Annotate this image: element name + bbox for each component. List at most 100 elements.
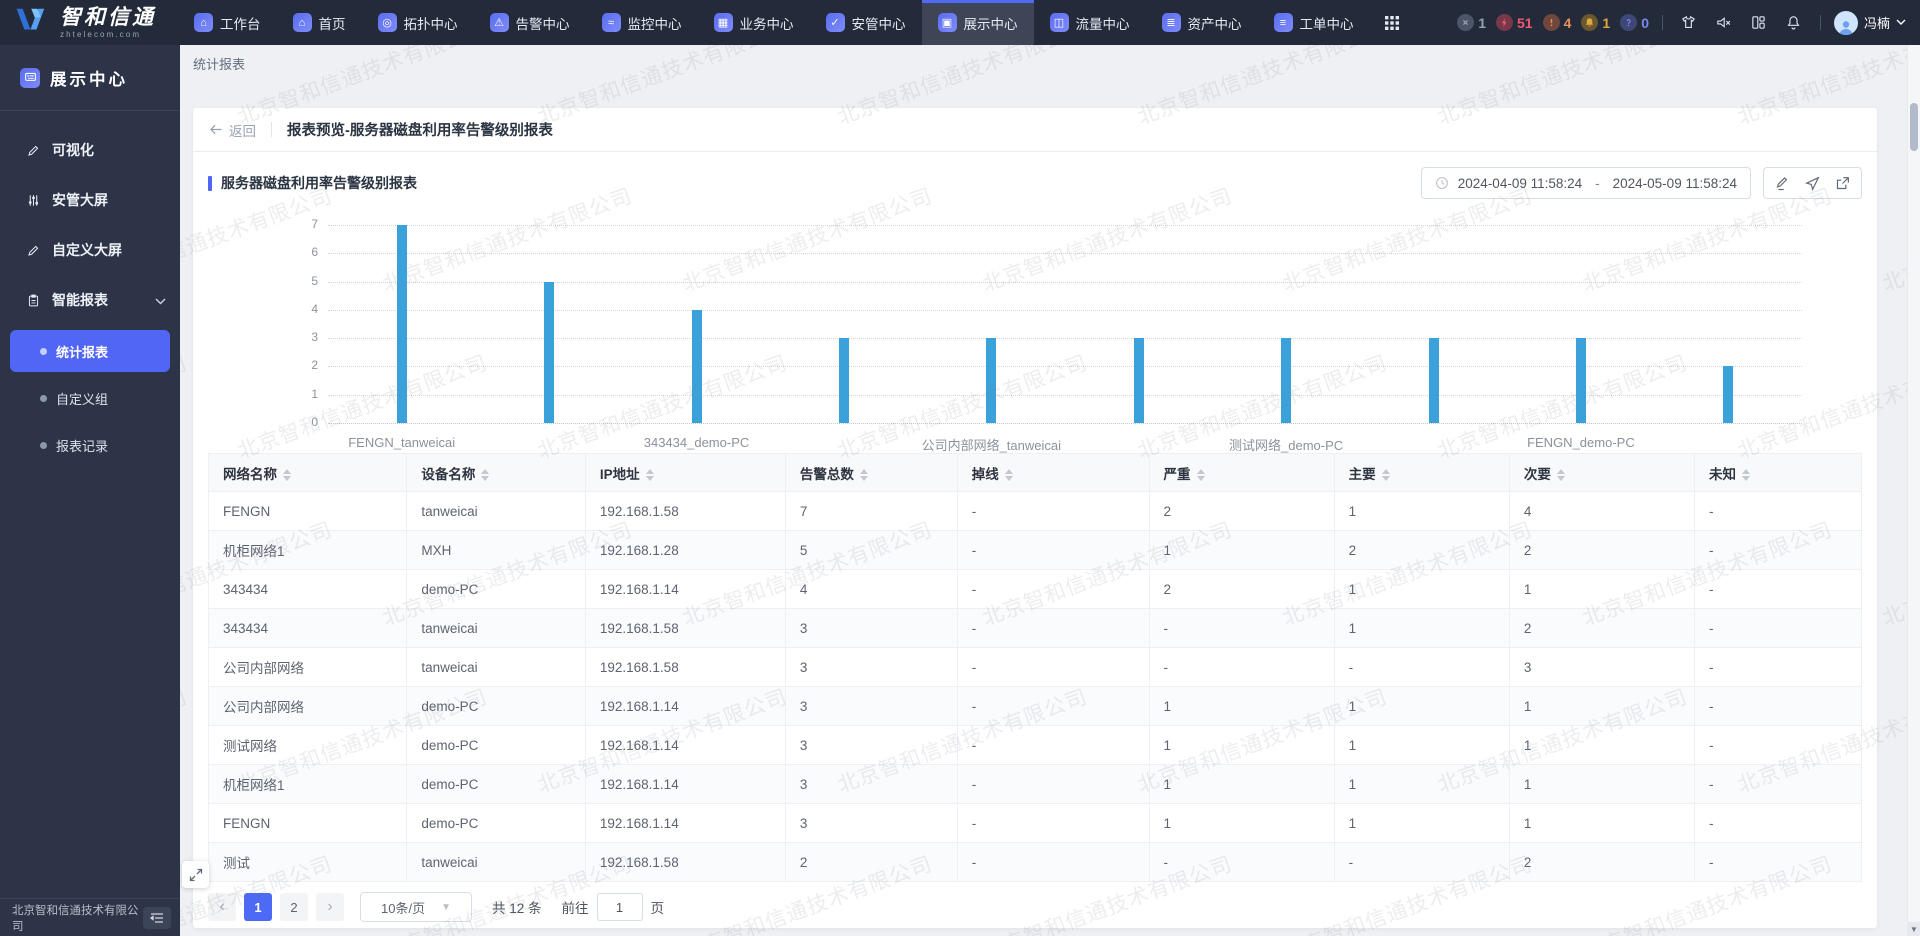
brand-logo[interactable]: 智和信通 zhtelecom.com — [0, 4, 178, 41]
sidebar-item[interactable]: 自定义大屏 — [0, 225, 180, 275]
table-column-header[interactable]: 未知 — [1693, 453, 1863, 492]
table-row[interactable]: 公司内部网络 tanweicai 192.168.1.58 3- - -3- — [207, 647, 1863, 687]
chart-bar[interactable] — [544, 281, 555, 423]
app-root: 智和信通 zhtelecom.com ⌂ 工作台 ⌂ 首页 ◎ 拓扑中心 ⚠ 告警中心 ≈ 监控中… — [0, 0, 1920, 936]
sidebar-collapse-icon[interactable] — [142, 906, 171, 929]
chart-bar[interactable] — [691, 309, 702, 423]
scrollbar-down-arrow[interactable]: ▼ — [1908, 922, 1920, 936]
table-row[interactable]: 343434 tanweicai 192.168.1.58 3- -1 2- — [207, 608, 1863, 648]
table-column-header[interactable]: 设备名称 — [406, 453, 586, 492]
chart-bar[interactable] — [1281, 338, 1292, 423]
page-size-select[interactable]: 10条/页 ▼ — [360, 892, 472, 922]
fullscreen-icon[interactable] — [182, 861, 209, 888]
alarm-badge-unknown[interactable]: 0 — [1620, 14, 1649, 31]
sort-caret-icon[interactable] — [283, 468, 291, 481]
prev-page-button[interactable]: ‹ — [208, 893, 236, 921]
top-nav-item[interactable]: ⌂ 工作台 — [178, 0, 277, 45]
divider — [1661, 15, 1663, 30]
chart-bar[interactable] — [1575, 338, 1586, 423]
sort-caret-icon[interactable] — [1004, 468, 1013, 481]
top-nav-item[interactable]: ≈ 监控中心 — [586, 0, 698, 45]
sort-caret-icon[interactable] — [1381, 468, 1390, 481]
layout-panels-icon[interactable] — [1746, 10, 1772, 36]
apps-grid-icon[interactable] — [1370, 15, 1414, 31]
sidebar-subitem[interactable]: 统计报表 — [10, 330, 170, 372]
next-page-button[interactable]: › — [316, 893, 344, 921]
table-row[interactable]: 机柜网络1 MXH 192.168.1.28 5-1 2 2- — [207, 530, 1863, 570]
sort-caret-icon[interactable] — [859, 468, 868, 481]
sort-caret-icon[interactable] — [481, 468, 490, 481]
chart-gridline — [328, 225, 1802, 226]
chart-bar[interactable] — [1133, 338, 1144, 423]
sort-caret-icon[interactable] — [1741, 468, 1750, 481]
page-number-button[interactable]: 1 — [244, 893, 272, 921]
main-content: 统计报表 返回 报表预览-服务器磁盘利用率告警级别报表 服务器磁盘利用率告警级别… — [180, 45, 1920, 936]
table-column-header[interactable]: 严重 — [1148, 453, 1335, 492]
export-button[interactable] — [1835, 176, 1850, 191]
alarm-badge-closed[interactable]: 1 — [1457, 14, 1486, 31]
chart-bar[interactable] — [838, 338, 849, 423]
chart-bar[interactable] — [1428, 338, 1439, 423]
table-row[interactable]: 公司内部网络 demo-PC 192.168.1.14 3-1 1 1- — [207, 686, 1863, 726]
edit-button[interactable] — [1775, 176, 1790, 191]
topbar-right: 1 51 4 1 0 冯楠 — [1457, 10, 1920, 36]
top-nav-item[interactable]: ≣ 资产中心 — [1146, 0, 1258, 45]
table-row[interactable]: FENGN demo-PC 192.168.1.14 3-1 1 1- — [207, 803, 1863, 843]
sidebar-subitem[interactable]: 自定义组 — [10, 377, 170, 419]
top-nav-item[interactable]: ▦ 业务中心 — [698, 0, 810, 45]
table-column-header[interactable]: 告警总数 — [784, 453, 958, 492]
notification-bell-icon[interactable] — [1781, 10, 1807, 36]
table-cell: 192.168.1.58 — [584, 491, 786, 531]
accent-bar — [208, 175, 212, 191]
page-number-button[interactable]: 2 — [280, 893, 308, 921]
table-column-header[interactable]: 主要 — [1333, 453, 1510, 492]
sidebar-subitem[interactable]: 报表记录 — [10, 424, 170, 466]
badge-count: 4 — [1563, 14, 1572, 31]
sidebar-item[interactable]: 智能报表 — [0, 275, 180, 325]
column-label: 设备名称 — [421, 466, 476, 482]
sort-caret-icon[interactable] — [1196, 468, 1205, 481]
sidebar-item[interactable]: 安管大屏 — [0, 175, 180, 225]
logo-mark-icon — [14, 4, 52, 41]
table-column-header[interactable]: 掉线 — [956, 453, 1150, 492]
mute-speaker-icon[interactable] — [1711, 10, 1737, 36]
sidebar-item[interactable]: 可视化 — [0, 125, 180, 175]
top-nav-item[interactable]: ≡ 工单中心 — [1258, 0, 1370, 45]
top-nav-label: 流量中心 — [1075, 16, 1130, 32]
scrollbar-thumb[interactable] — [1910, 103, 1918, 151]
date-range-picker[interactable]: 2024-04-09 11:58:24 - 2024-05-09 11:58:2… — [1420, 167, 1751, 199]
table-cell: 192.168.1.14 — [584, 764, 786, 804]
goto-page-input[interactable] — [596, 893, 643, 921]
alarm-badge-major[interactable]: 4 — [1542, 14, 1572, 31]
top-nav-item[interactable]: ◎ 拓扑中心 — [362, 0, 474, 45]
alarm-badge-critical[interactable]: 51 — [1496, 14, 1533, 31]
sort-caret-icon[interactable] — [645, 468, 654, 481]
top-nav-item[interactable]: ⚠ 告警中心 — [474, 0, 586, 45]
table-row[interactable]: 测试 tanweicai 192.168.1.58 2- - -2- — [207, 842, 1863, 882]
user-menu[interactable]: 冯楠 — [1833, 10, 1906, 35]
send-button[interactable] — [1805, 175, 1820, 191]
table-row[interactable]: 机柜网络1 demo-PC 192.168.1.14 3-1 1 1- — [207, 764, 1863, 804]
chart-bar[interactable] — [396, 225, 407, 423]
sort-caret-icon[interactable] — [1556, 468, 1565, 481]
sidebar-item-label: 可视化 — [52, 142, 94, 158]
table-column-header[interactable]: 次要 — [1508, 453, 1695, 492]
top-nav-item[interactable]: ✓ 安管中心 — [810, 0, 922, 45]
top-nav-item[interactable]: ⌂ 首页 — [277, 0, 362, 45]
chart-bar[interactable] — [1723, 366, 1734, 423]
table-column-header[interactable]: 网络名称 — [207, 453, 408, 492]
vertical-scrollbar[interactable]: ▼ — [1907, 45, 1920, 936]
column-label: IP地址 — [599, 466, 640, 482]
top-nav-label: 告警中心 — [515, 16, 570, 32]
table-row[interactable]: 343434 demo-PC 192.168.1.14 4-2 1 1- — [207, 569, 1863, 609]
table-row[interactable]: FENGN tanweicai 192.168.1.58 7-2 1 4- — [207, 491, 1863, 531]
top-nav-item[interactable]: ▣ 展示中心 — [921, 0, 1034, 45]
back-button[interactable]: 返回 — [208, 120, 256, 140]
alarm-badge-minor[interactable]: 1 — [1581, 14, 1610, 31]
theme-skin-icon[interactable] — [1676, 10, 1702, 36]
table-column-header[interactable]: IP地址 — [584, 453, 786, 492]
report-table-wrap: 网络名称 设备名称 IP地址 告警总数 掉线 严重 主要 次要 未知 FENGN tanweica… — [207, 453, 1863, 882]
top-nav-item[interactable]: ◫ 流量中心 — [1034, 0, 1146, 45]
chart-bar[interactable] — [986, 338, 997, 423]
table-row[interactable]: 测试网络 demo-PC 192.168.1.14 3-1 1 1- — [207, 725, 1863, 765]
